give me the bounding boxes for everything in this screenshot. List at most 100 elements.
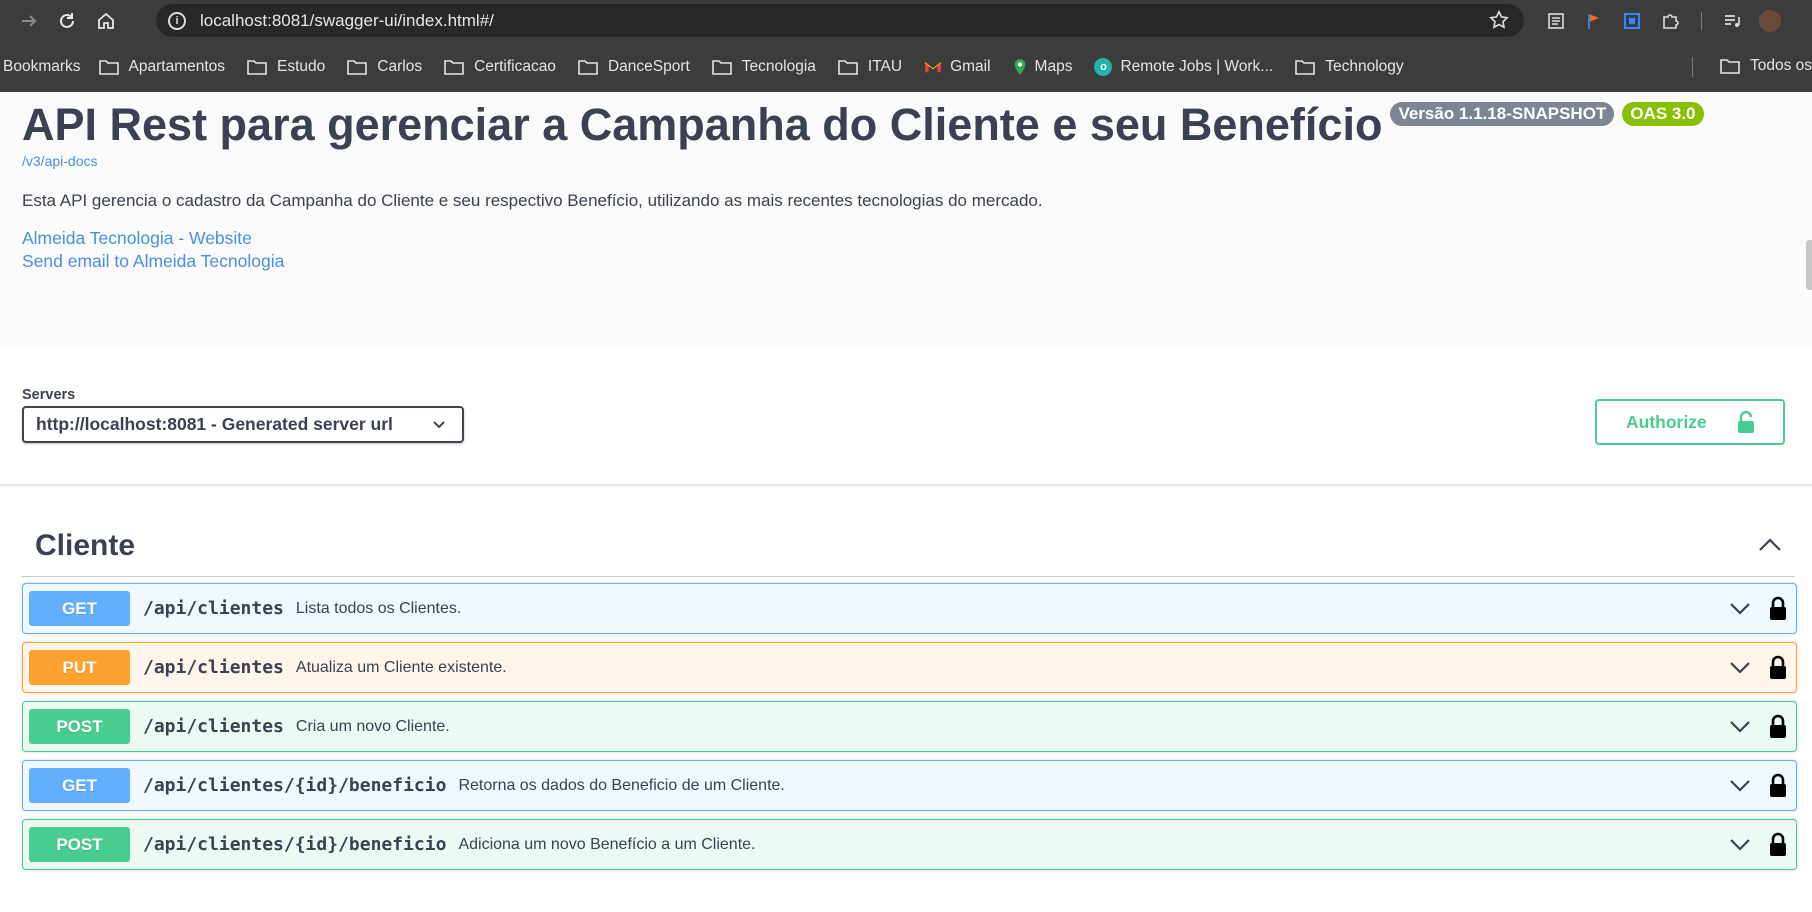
home-icon — [98, 12, 114, 29]
operation-get[interactable]: GET/api/clientes Lista todos os Clientes. — [22, 583, 1797, 634]
bookmark-item[interactable]: Apartamentos — [89, 51, 238, 83]
browser-toolbar: i localhost:8081/swagger-ui/index.html#/ — [0, 0, 1812, 41]
servers-selected-value: http://localhost:8081 - Generated server… — [36, 414, 393, 434]
bookmark-item[interactable]: Technology — [1285, 51, 1415, 83]
lock-icon[interactable] — [1768, 831, 1788, 857]
operation-path: /api/clientes/{id}/beneficio — [143, 775, 447, 796]
tag-header-cliente[interactable]: Cliente — [22, 485, 1795, 577]
method-badge: GET — [29, 591, 130, 626]
operation-summary: Atualiza um Cliente existente. — [295, 658, 507, 676]
puzzle-icon — [1663, 13, 1679, 29]
url-text: localhost:8081/swagger-ui/index.html#/ — [200, 10, 494, 30]
gmail-icon — [924, 61, 942, 72]
operations-list: GET/api/clientes Lista todos os Clientes.… — [22, 583, 1797, 870]
reload-button[interactable] — [50, 4, 84, 38]
extension-flag-icon — [1588, 13, 1599, 29]
scheme-container: Servers http://localhost:8081 - Generate… — [0, 347, 1812, 485]
folder-icon — [98, 59, 119, 75]
servers-label: Servers — [22, 387, 76, 403]
method-badge: POST — [29, 827, 130, 862]
operation-post[interactable]: POST/api/clientes Cria um novo Cliente. — [22, 701, 1797, 752]
operation-path: /api/clientes — [143, 716, 284, 737]
bookmark-item[interactable]: Estudo — [237, 51, 337, 83]
chevron-down-icon[interactable] — [1728, 777, 1752, 793]
bookmark-item[interactable]: o Remote Jobs | Work... — [1084, 51, 1285, 83]
authorize-button[interactable]: Authorize — [1595, 399, 1785, 445]
bookmark-item[interactable]: DanceSport — [568, 51, 702, 83]
reader-icon — [1548, 12, 1564, 29]
lock-icon[interactable] — [1768, 595, 1788, 621]
screen-capture-icon — [1624, 12, 1640, 29]
chevron-down-icon[interactable] — [1728, 600, 1752, 616]
bookmark-label: Bookmarks — [3, 57, 81, 75]
api-title: API Rest para gerenciar a Campanha do Cl… — [22, 99, 1383, 150]
chevron-down-icon[interactable] — [1728, 659, 1752, 675]
oas-badge: OAS 3.0 — [1622, 102, 1704, 126]
reader-mode-button[interactable] — [1540, 5, 1572, 37]
operation-get[interactable]: GET/api/clientes/{id}/beneficio Retorna o… — [22, 760, 1797, 811]
media-controls-button[interactable] — [1716, 5, 1748, 37]
folder-icon — [347, 59, 368, 75]
website-link[interactable]: Almeida Tecnologia - Website — [22, 227, 1790, 250]
chevron-up-icon[interactable] — [1757, 535, 1783, 553]
operation-put[interactable]: PUT/api/clientes Atualiza um Cliente exis… — [22, 642, 1797, 693]
api-docs-link[interactable]: /v3/api-docs — [22, 153, 1790, 169]
maps-icon — [1014, 58, 1025, 75]
bookmark-star-icon[interactable] — [1488, 9, 1510, 31]
authorize-label: Authorize — [1626, 411, 1707, 432]
lock-icon[interactable] — [1768, 772, 1788, 798]
site-info-icon[interactable]: i — [168, 11, 186, 30]
bookmark-item[interactable]: Bookmarks — [3, 51, 89, 83]
bookmark-item[interactable]: Maps — [1003, 51, 1085, 83]
operation-summary: Adiciona um novo Benefício a um Cliente. — [458, 835, 756, 853]
bookmark-label: Technology — [1325, 57, 1404, 75]
operation-summary: Lista todos os Clientes. — [295, 599, 462, 617]
lock-icon[interactable] — [1768, 713, 1788, 739]
bookmark-label: Remote Jobs | Work... — [1120, 57, 1274, 75]
avatar — [1759, 9, 1781, 32]
folder-icon — [1720, 59, 1740, 74]
operation-path: /api/clientes — [143, 657, 284, 678]
operation-path: /api/clientes/{id}/beneficio — [143, 834, 447, 855]
bookmark-item[interactable]: Gmail — [914, 51, 1002, 83]
screenshot-extension-button[interactable] — [1616, 5, 1648, 37]
api-info-section: API Rest para gerenciar a Campanha do Cl… — [0, 92, 1812, 347]
lock-icon[interactable] — [1768, 654, 1788, 680]
unlocked-lock-icon — [1738, 411, 1754, 433]
folder-icon — [444, 59, 464, 75]
bookmark-label: Certificacao — [474, 57, 556, 75]
all-bookmarks-label: Todos os fa — [1750, 57, 1812, 74]
all-bookmarks-folder[interactable]: Todos os fa — [1710, 50, 1812, 82]
bookmark-label: DanceSport — [607, 57, 690, 75]
operation-post[interactable]: POST/api/clientes/{id}/beneficio Adiciona… — [22, 819, 1797, 870]
toolbar-separator — [1692, 5, 1710, 37]
chevron-down-icon[interactable] — [1728, 836, 1752, 852]
bookmark-item[interactable]: Tecnologia — [702, 51, 828, 83]
folder-icon — [838, 59, 858, 75]
method-badge: POST — [29, 709, 130, 744]
scrollbar-handle[interactable] — [1806, 240, 1812, 290]
profile-button[interactable] — [1754, 5, 1786, 37]
reload-icon — [60, 13, 74, 28]
bookmark-label: Gmail — [950, 57, 991, 75]
home-button[interactable] — [89, 4, 123, 38]
method-badge: PUT — [29, 650, 130, 685]
tag-section: Cliente GET/api/clientes Lista todos os C… — [0, 485, 1812, 870]
version-badge: Versão 1.1.18-SNAPSHOT — [1390, 102, 1615, 126]
operation-path: /api/clientes — [143, 598, 284, 619]
bookmark-item[interactable]: ITAU — [828, 51, 914, 83]
servers-select[interactable]: http://localhost:8081 - Generated server… — [22, 406, 464, 443]
tag-title: Cliente — [35, 529, 136, 562]
address-bar[interactable]: i localhost:8081/swagger-ui/index.html#/ — [156, 4, 1524, 37]
email-link[interactable]: Send email to Almeida Tecnologia — [22, 250, 1790, 273]
bookmark-item[interactable]: Certificacao — [434, 51, 568, 83]
extensions-menu-button[interactable] — [1654, 5, 1686, 37]
folder-icon — [1295, 59, 1316, 75]
bookmark-label: ITAU — [867, 57, 903, 75]
chevron-down-icon[interactable] — [1728, 718, 1752, 734]
forward-button[interactable] — [12, 4, 46, 38]
bookmark-label: Carlos — [377, 57, 423, 75]
bookmark-label: Maps — [1034, 57, 1073, 75]
extension-button[interactable] — [1578, 5, 1610, 37]
bookmark-item[interactable]: Carlos — [337, 51, 434, 83]
